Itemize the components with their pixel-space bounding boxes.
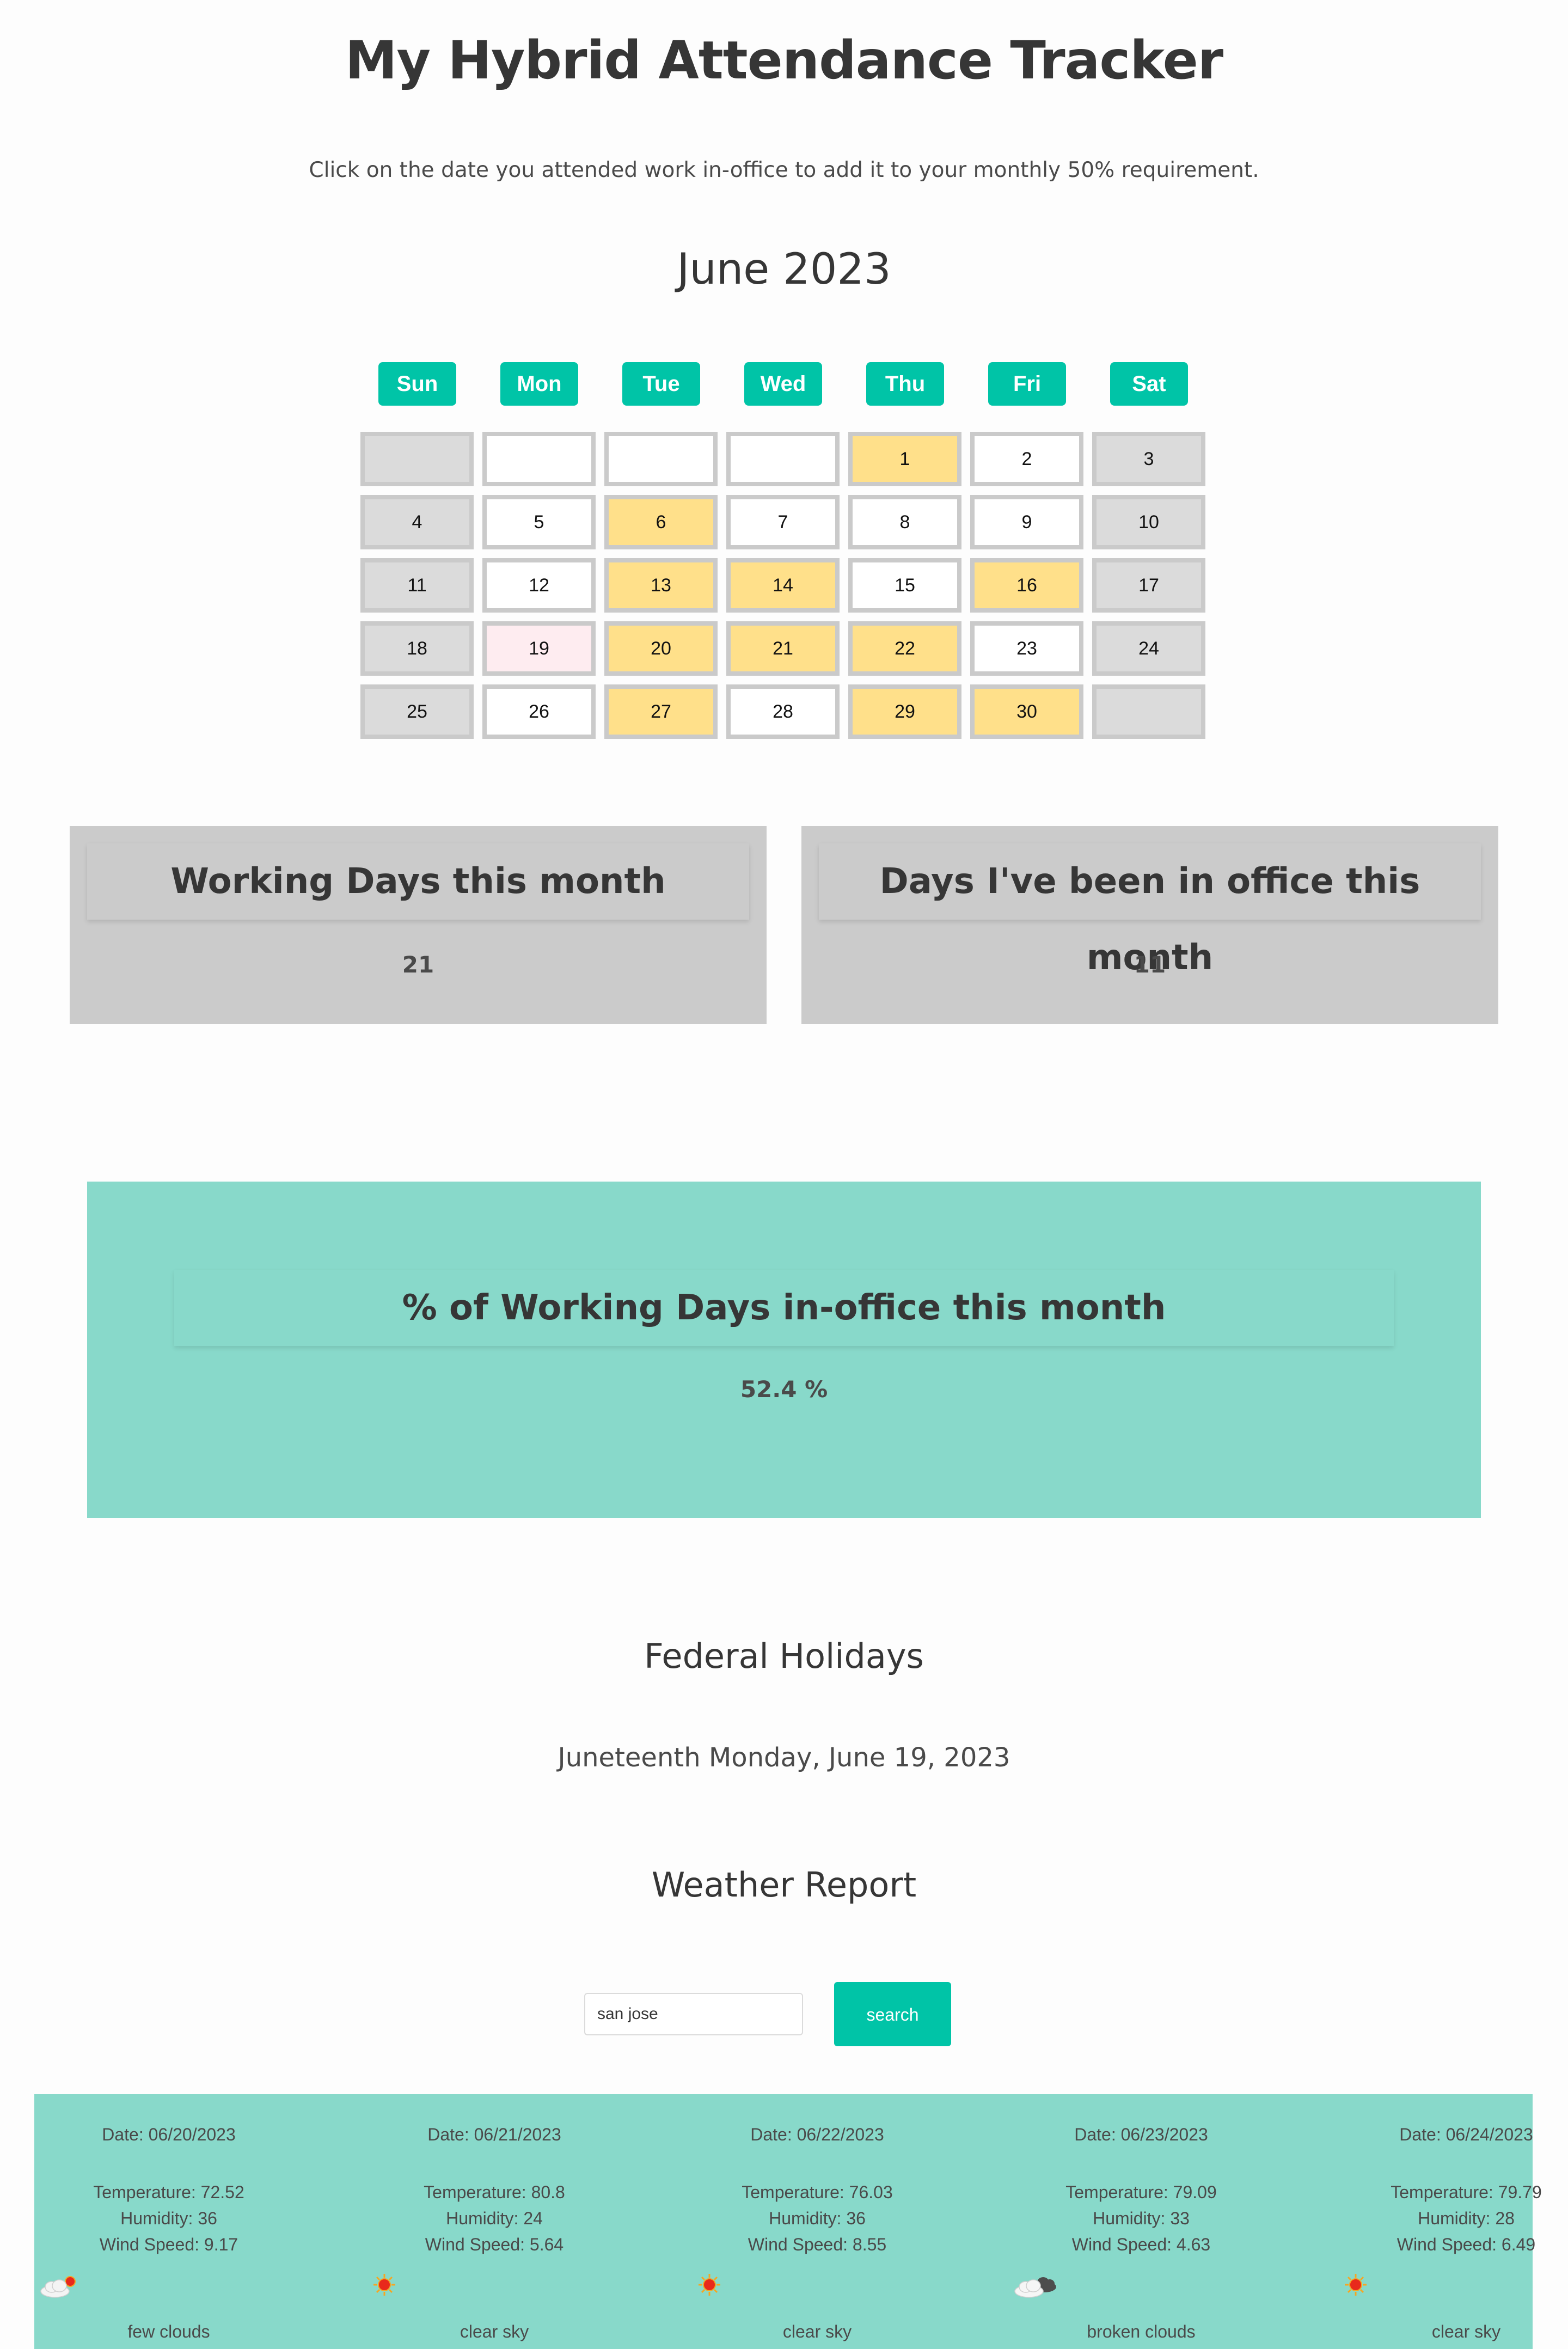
forecast-humidity: Humidity: 28 <box>1418 2209 1515 2228</box>
forecast-description: few clouds <box>127 2322 210 2341</box>
office-days-heading: Days I've been in office this month <box>819 843 1481 978</box>
calendar-day-18[interactable]: 18 <box>360 621 474 676</box>
holiday-item: Juneteenth Monday, June 19, 2023 <box>558 1742 1010 1773</box>
calendar-day-15[interactable]: 15 <box>848 558 961 613</box>
calendar-day-20[interactable]: 20 <box>604 621 718 676</box>
percent-heading: % of Working Days in-office this month <box>174 1270 1394 1346</box>
working-days-card: Working Days this month 21 <box>70 826 767 1024</box>
month-title: June 2023 <box>677 245 891 294</box>
weather-forecast-panel: Date: 06/20/2023 Temperature: 72.52 Humidi… <box>34 2094 1542 2349</box>
calendar-day-21[interactable]: 21 <box>726 621 840 676</box>
forecast-date: Date: 06/23/2023 <box>1074 2125 1208 2144</box>
forecast-wind-speed: Wind Speed: 5.64 <box>425 2235 564 2254</box>
office-days-card: Days I've been in office this month 11 <box>801 826 1498 1024</box>
forecast-description: clear sky <box>460 2322 529 2341</box>
calendar-day-17[interactable]: 17 <box>1092 558 1205 613</box>
forecast-wind-speed: Wind Speed: 9.17 <box>99 2235 238 2254</box>
broken-clouds-icon <box>1013 2273 1056 2305</box>
calendar-day-14[interactable]: 14 <box>726 558 840 613</box>
forecast-description: clear sky <box>1431 2322 1501 2341</box>
calendar-day-5[interactable]: 5 <box>482 495 596 549</box>
forecast-description: broken clouds <box>1087 2322 1196 2341</box>
calendar-day-13[interactable]: 13 <box>604 558 718 613</box>
forecast-humidity: Humidity: 36 <box>120 2209 217 2228</box>
forecast-temperature: Temperature: 79.09 <box>1065 2182 1217 2202</box>
calendar-day-10[interactable]: 10 <box>1092 495 1205 549</box>
calendar-day-9[interactable]: 9 <box>970 495 1083 549</box>
forecast-date: Date: 06/22/2023 <box>750 2125 884 2144</box>
calendar-empty-cell <box>1092 684 1205 739</box>
weekday-header-tue: Tue <box>622 362 700 406</box>
working-days-value: 21 <box>402 951 434 978</box>
clear-sky-icon <box>372 2273 416 2305</box>
search-button[interactable]: search <box>834 1982 951 2046</box>
calendar-day-27[interactable]: 27 <box>604 684 718 739</box>
percent-value: 52.4 % <box>740 1376 828 1403</box>
calendar-day-22[interactable]: 22 <box>848 621 961 676</box>
calendar-empty-cell <box>726 432 840 486</box>
calendar-day-26[interactable]: 26 <box>482 684 596 739</box>
weekday-header-wed: Wed <box>744 362 822 406</box>
calendar-day-24[interactable]: 24 <box>1092 621 1205 676</box>
calendar-empty-cell <box>604 432 718 486</box>
weekday-header-fri: Fri <box>988 362 1066 406</box>
city-search-input[interactable] <box>584 1993 803 2035</box>
weekday-header-thu: Thu <box>866 362 944 406</box>
forecast-date: Date: 06/21/2023 <box>427 2125 561 2144</box>
forecast-humidity: Humidity: 33 <box>1093 2209 1190 2228</box>
forecast-date: Date: 06/20/2023 <box>102 2125 236 2144</box>
page-title: My Hybrid Attendance Tracker <box>345 30 1223 91</box>
weather-title: Weather Report <box>651 1865 917 1905</box>
calendar-day-19[interactable]: 19 <box>482 621 596 676</box>
calendar-day-6[interactable]: 6 <box>604 495 718 549</box>
calendar-day-7[interactable]: 7 <box>726 495 840 549</box>
calendar-day-29[interactable]: 29 <box>848 684 961 739</box>
calendar-day-3[interactable]: 3 <box>1092 432 1205 486</box>
instructions-text: Click on the date you attended work in-o… <box>309 158 1259 182</box>
clear-sky-icon <box>1344 2273 1387 2305</box>
calendar-day-11[interactable]: 11 <box>360 558 474 613</box>
weekday-header-sat: Sat <box>1110 362 1188 406</box>
holidays-title: Federal Holidays <box>644 1636 924 1676</box>
few-clouds-icon <box>39 2273 82 2305</box>
weekday-header-sun: Sun <box>378 362 456 406</box>
forecast-date: Date: 06/24/2023 <box>1399 2125 1533 2144</box>
forecast-wind-speed: Wind Speed: 6.49 <box>1396 2235 1536 2254</box>
calendar-empty-cell <box>482 432 596 486</box>
calendar-day-30[interactable]: 30 <box>970 684 1083 739</box>
forecast-wind-speed: Wind Speed: 4.63 <box>1071 2235 1211 2254</box>
calendar-day-12[interactable]: 12 <box>482 558 596 613</box>
calendar-day-16[interactable]: 16 <box>970 558 1083 613</box>
calendar-day-1[interactable]: 1 <box>848 432 961 486</box>
calendar-day-23[interactable]: 23 <box>970 621 1083 676</box>
forecast-temperature: Temperature: 80.8 <box>424 2182 565 2202</box>
calendar-empty-cell <box>360 432 474 486</box>
calendar-day-8[interactable]: 8 <box>848 495 961 549</box>
calendar-day-2[interactable]: 2 <box>970 432 1083 486</box>
forecast-humidity: Humidity: 24 <box>446 2209 543 2228</box>
weekday-header-mon: Mon <box>500 362 578 406</box>
forecast-temperature: Temperature: 79.79 <box>1391 2182 1542 2202</box>
calendar-day-4[interactable]: 4 <box>360 495 474 549</box>
forecast-temperature: Temperature: 76.03 <box>742 2182 893 2202</box>
calendar-day-28[interactable]: 28 <box>726 684 840 739</box>
forecast-description: clear sky <box>782 2322 852 2341</box>
forecast-temperature: Temperature: 72.52 <box>93 2182 244 2202</box>
forecast-wind-speed: Wind Speed: 8.55 <box>748 2235 887 2254</box>
working-days-heading: Working Days this month <box>87 843 749 920</box>
clear-sky-icon <box>697 2273 741 2305</box>
forecast-humidity: Humidity: 36 <box>769 2209 866 2228</box>
calendar-day-25[interactable]: 25 <box>360 684 474 739</box>
percent-card: % of Working Days in-office this month 5… <box>87 1182 1481 1518</box>
office-days-value: 11 <box>1134 951 1166 978</box>
